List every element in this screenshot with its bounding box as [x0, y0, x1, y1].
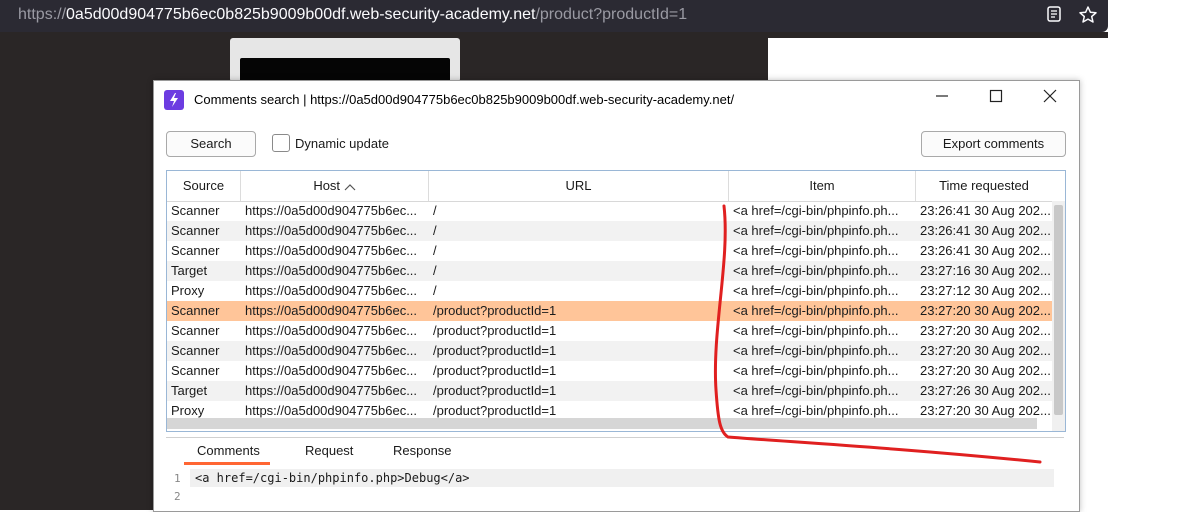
- dynamic-update-label: Dynamic update: [295, 136, 389, 151]
- cell-source: Scanner: [171, 243, 220, 258]
- cell-url: /product?productId=1: [433, 303, 557, 318]
- cell-item: <a href=/cgi-bin/phpinfo.ph...: [733, 323, 899, 338]
- cell-item: <a href=/cgi-bin/phpinfo.ph...: [733, 243, 899, 258]
- cell-host: https://0a5d00d904775b6ec...: [245, 383, 418, 398]
- bookmark-star-icon[interactable]: [1077, 5, 1099, 27]
- cell-source: Scanner: [171, 223, 220, 238]
- cell-url: /: [433, 263, 437, 278]
- url-prefix: https://: [18, 6, 67, 23]
- cell-item: <a href=/cgi-bin/phpinfo.ph...: [733, 343, 899, 358]
- column-header-time[interactable]: Time requested: [916, 171, 1052, 201]
- url-domain: 0a5d00d904775b6ec0b825b9009b00df.web-sec…: [66, 6, 536, 23]
- table-row[interactable]: Target https://0a5d00d904775b6ec... / <a hr…: [167, 261, 1052, 281]
- cell-source: Target: [171, 263, 208, 278]
- cell-url: /: [433, 223, 437, 238]
- burp-app-icon: [164, 90, 184, 110]
- comments-search-dialog: Comments search | https://0a5d00d904775b…: [153, 80, 1080, 512]
- cell-item: <a href=/cgi-bin/phpinfo.ph...: [733, 283, 899, 298]
- comments-table[interactable]: Source Host URL Item Time requested Scan…: [166, 170, 1066, 432]
- cell-source: Target: [171, 383, 208, 398]
- url-text[interactable]: https://0a5d00d904775b6ec0b825b9009b00df…: [18, 6, 687, 24]
- search-button[interactable]: Search: [166, 131, 256, 157]
- cell-item: <a href=/cgi-bin/phpinfo.ph...: [733, 303, 899, 318]
- cell-url: /product?productId=1: [433, 323, 557, 338]
- cell-time: 23:27:26 30 Aug 202...: [920, 383, 1051, 398]
- sort-ascending-icon: [344, 172, 356, 202]
- column-header-item[interactable]: Item: [729, 171, 916, 201]
- cell-time: 23:27:20 30 Aug 202...: [920, 363, 1051, 378]
- reader-view-icon[interactable]: [1043, 5, 1065, 27]
- dialog-titlebar[interactable]: Comments search | https://0a5d00d904775b…: [154, 81, 1079, 118]
- cell-time: 23:26:41 30 Aug 202...: [920, 223, 1051, 238]
- cell-time: 23:27:20 30 Aug 202...: [920, 323, 1051, 338]
- dialog-title: Comments search | https://0a5d00d904775b…: [194, 92, 735, 107]
- horizontal-scrollbar[interactable]: [167, 418, 1037, 429]
- cell-source: Scanner: [171, 203, 220, 218]
- minimize-button[interactable]: [928, 87, 956, 111]
- cell-time: 23:27:20 30 Aug 202...: [920, 343, 1051, 358]
- cell-host: https://0a5d00d904775b6ec...: [245, 223, 418, 238]
- cell-item: <a href=/cgi-bin/phpinfo.ph...: [733, 383, 899, 398]
- cell-source: Scanner: [171, 303, 220, 318]
- table-row[interactable]: Scanner https://0a5d00d904775b6ec... /prod…: [167, 361, 1052, 381]
- cell-url: /product?productId=1: [433, 363, 557, 378]
- cell-item: <a href=/cgi-bin/phpinfo.ph...: [733, 203, 899, 218]
- cell-url: /: [433, 283, 437, 298]
- cell-host: https://0a5d00d904775b6ec...: [245, 263, 418, 278]
- cell-host: https://0a5d00d904775b6ec...: [245, 303, 418, 318]
- table-header: Source Host URL Item Time requested: [167, 171, 1065, 202]
- cell-source: Scanner: [171, 363, 220, 378]
- cell-time: 23:27:20 30 Aug 202...: [920, 303, 1051, 318]
- cell-host: https://0a5d00d904775b6ec...: [245, 343, 418, 358]
- table-row[interactable]: Scanner https://0a5d00d904775b6ec... /prod…: [167, 301, 1052, 321]
- tab-comments[interactable]: Comments: [197, 443, 260, 458]
- cell-url: /: [433, 243, 437, 258]
- maximize-button[interactable]: [982, 87, 1010, 111]
- table-row[interactable]: Proxy https://0a5d00d904775b6ec... / <a hre…: [167, 281, 1052, 301]
- cell-host: https://0a5d00d904775b6ec...: [245, 363, 418, 378]
- line-number: 1: [174, 472, 181, 485]
- cell-url: /: [433, 203, 437, 218]
- cell-url: /product?productId=1: [433, 343, 557, 358]
- column-header-url[interactable]: URL: [429, 171, 729, 201]
- tab-response[interactable]: Response: [393, 443, 452, 458]
- cell-item: <a href=/cgi-bin/phpinfo.ph...: [733, 263, 899, 278]
- cell-host: https://0a5d00d904775b6ec...: [245, 243, 418, 258]
- cell-host: https://0a5d00d904775b6ec...: [245, 323, 418, 338]
- product-image-inner: [240, 58, 450, 82]
- cell-url: /product?productId=1: [433, 383, 557, 398]
- tab-request[interactable]: Request: [305, 443, 353, 458]
- table-row[interactable]: Scanner https://0a5d00d904775b6ec... / <a h…: [167, 241, 1052, 261]
- code-line-1: <a href=/cgi-bin/phpinfo.php>Debug</a>: [195, 471, 470, 485]
- table-row[interactable]: Target https://0a5d00d904775b6ec... /produ…: [167, 381, 1052, 401]
- cell-host: https://0a5d00d904775b6ec...: [245, 283, 418, 298]
- dynamic-update-checkbox[interactable]: [272, 134, 290, 152]
- cell-item: <a href=/cgi-bin/phpinfo.ph...: [733, 223, 899, 238]
- table-row[interactable]: Scanner https://0a5d00d904775b6ec... /prod…: [167, 341, 1052, 361]
- cell-time: 23:26:41 30 Aug 202...: [920, 243, 1051, 258]
- vertical-scrollbar-thumb[interactable]: [1054, 205, 1063, 415]
- close-button[interactable]: [1036, 87, 1064, 111]
- url-path: /product?productId=1: [535, 6, 688, 23]
- cell-item: <a href=/cgi-bin/phpinfo.ph...: [733, 363, 899, 378]
- cell-time: 23:27:16 30 Aug 202...: [920, 263, 1051, 278]
- line-number: 2: [174, 490, 181, 503]
- column-header-host[interactable]: Host: [241, 171, 429, 201]
- export-comments-button[interactable]: Export comments: [921, 131, 1066, 157]
- cell-source: Scanner: [171, 323, 220, 338]
- active-tab-indicator: [184, 462, 270, 465]
- host-header-label: Host: [313, 178, 341, 193]
- table-row[interactable]: Scanner https://0a5d00d904775b6ec... /prod…: [167, 321, 1052, 341]
- column-header-source[interactable]: Source: [167, 171, 241, 201]
- cell-source: Scanner: [171, 343, 220, 358]
- cell-time: 23:26:41 30 Aug 202...: [920, 203, 1051, 218]
- table-row[interactable]: Scanner https://0a5d00d904775b6ec... / <a h…: [167, 221, 1052, 241]
- cell-host: https://0a5d00d904775b6ec...: [245, 203, 418, 218]
- browser-address-bar[interactable]: https://0a5d00d904775b6ec0b825b9009b00df…: [0, 0, 1108, 32]
- comment-editor[interactable]: 1 2 <a href=/cgi-bin/phpinfo.php>Debug</…: [166, 468, 1064, 511]
- cell-source: Proxy: [171, 283, 205, 298]
- cell-time: 23:27:12 30 Aug 202...: [920, 283, 1051, 298]
- table-row[interactable]: Scanner https://0a5d00d904775b6ec... / <a h…: [167, 201, 1052, 221]
- detail-tabs: Comments Request Response: [166, 437, 1064, 466]
